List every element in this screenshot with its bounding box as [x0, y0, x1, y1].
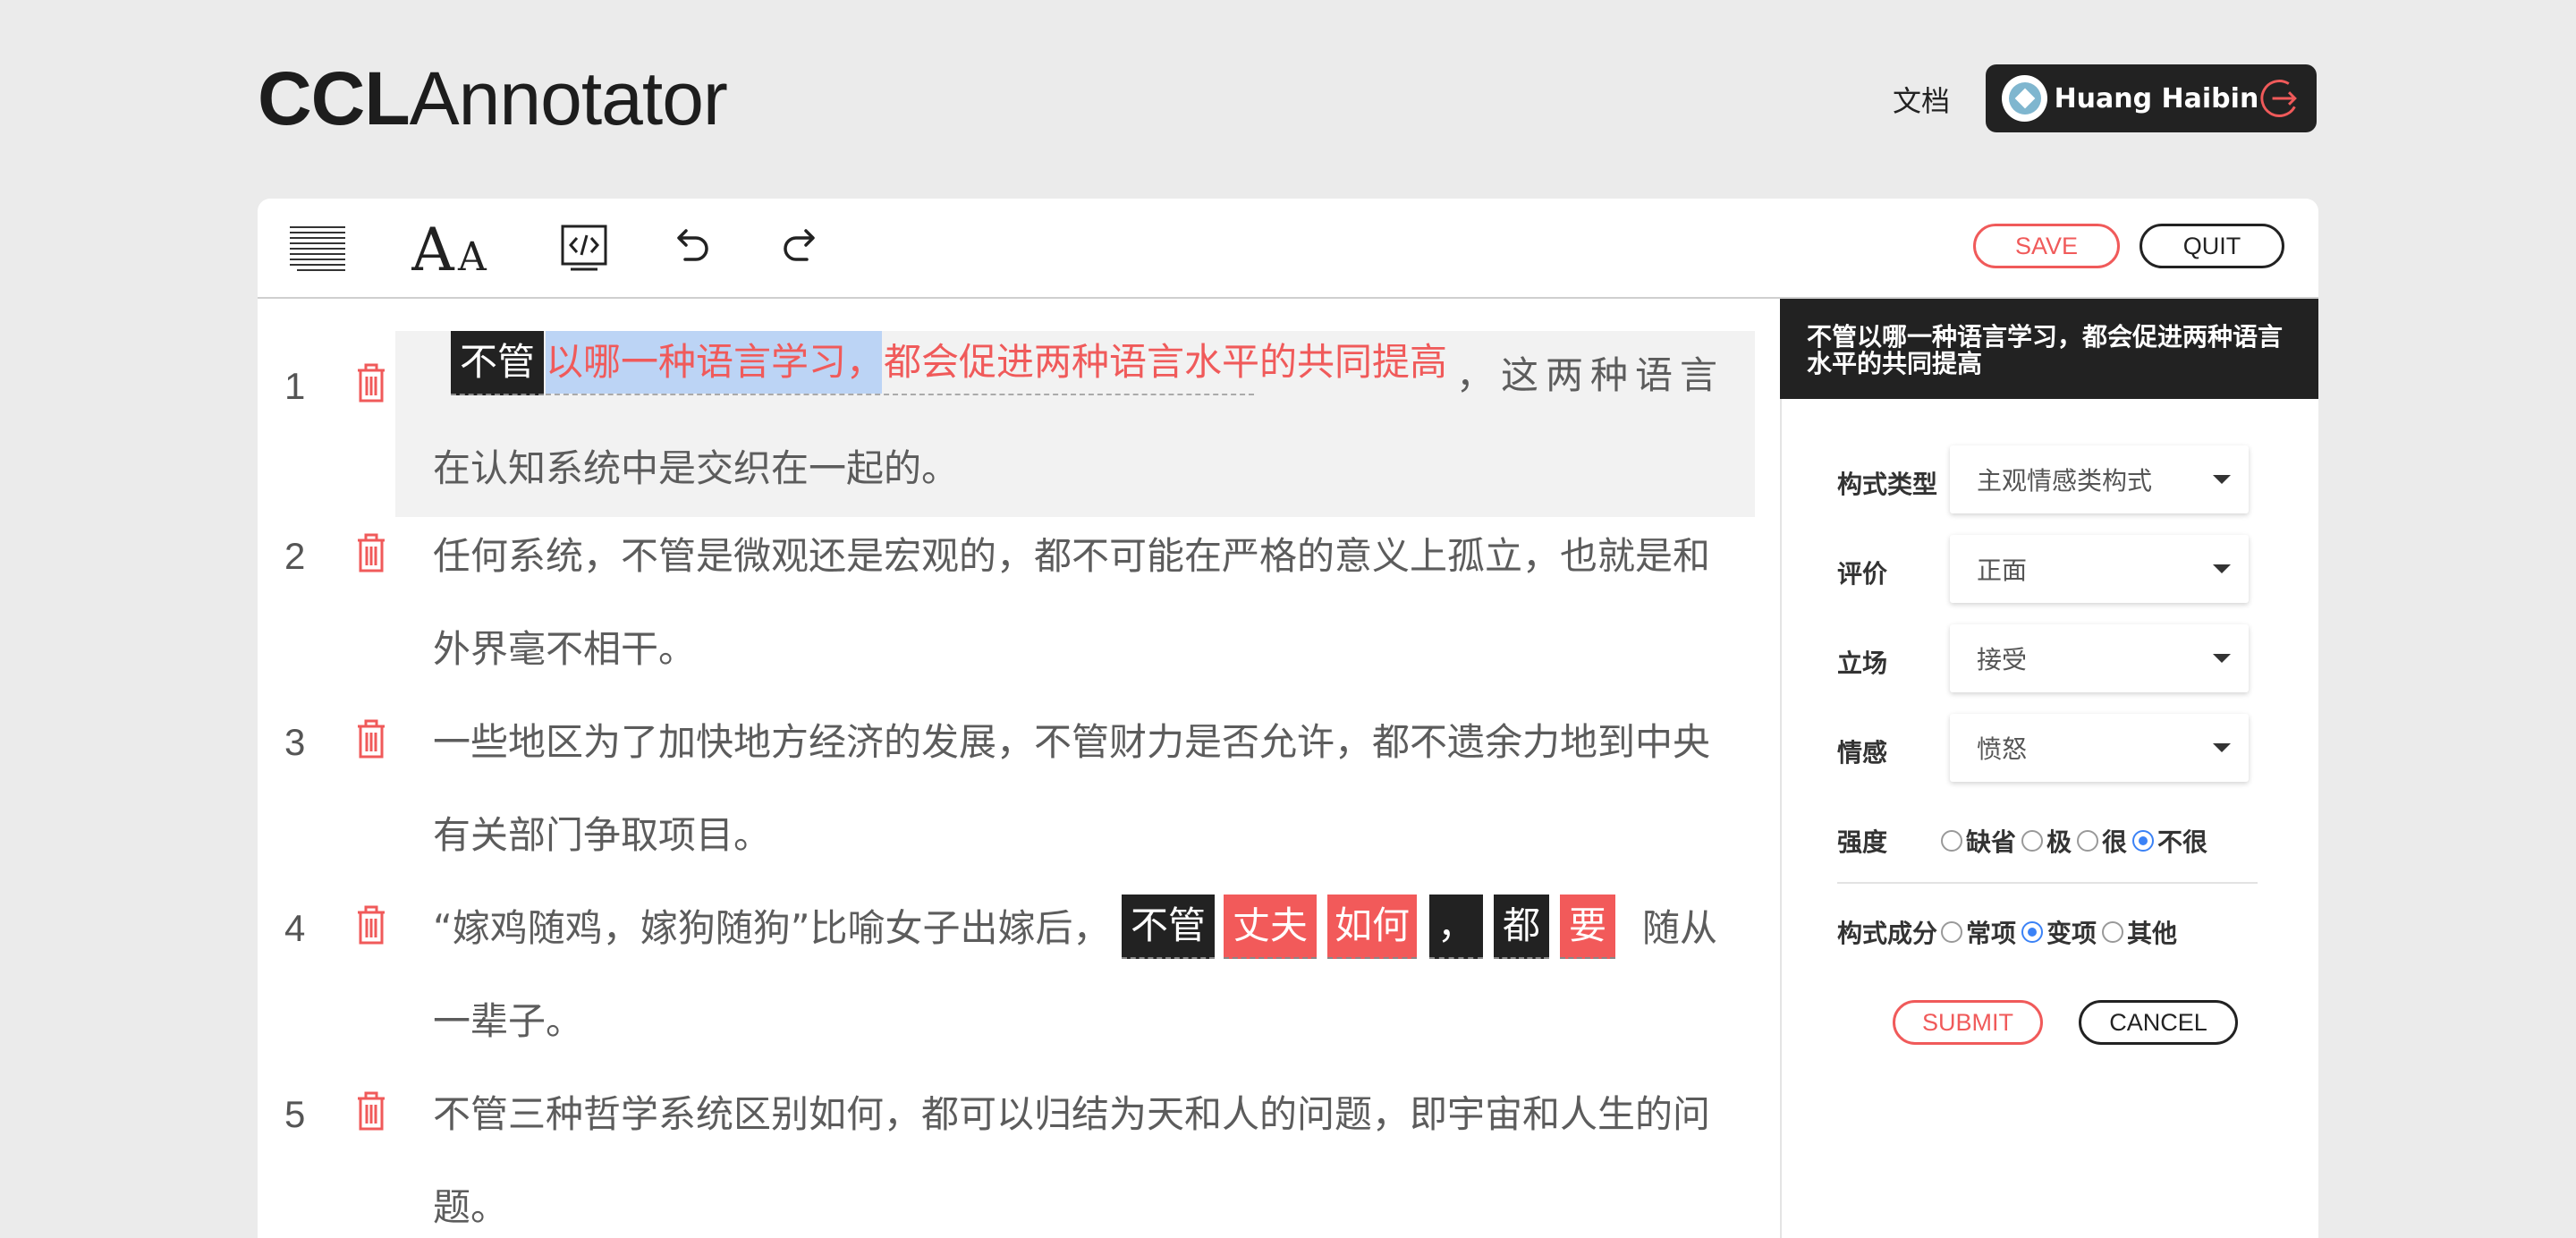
sentence-text-line2: 有关部门争取项目。: [433, 813, 772, 857]
paragraph-icon[interactable]: [288, 222, 347, 274]
avatar: [2002, 75, 2047, 122]
code-view-icon[interactable]: [560, 222, 608, 274]
user-menu[interactable]: Huang Haibin: [1986, 64, 2317, 132]
chevron-down-icon: [2213, 743, 2231, 752]
select-value: 正面: [1977, 555, 2028, 585]
sentence-text: “嫁鸡随鸡，嫁狗随狗”比喻女子出嫁后，: [433, 906, 1111, 950]
user-name: Huang Haibin: [2054, 82, 2259, 114]
font-size-icon[interactable]: A A: [411, 222, 501, 274]
annotation-chip[interactable]: 都: [1494, 895, 1549, 959]
redo-icon[interactable]: [778, 222, 823, 274]
selected-text-rest: 都会促进两种语言水平的共同提高: [884, 340, 1448, 384]
editor-panel: A A SAVE QUIT 1 不管 以哪一种语言学习，都会促进两种语言水平的共…: [258, 199, 2318, 1238]
field-label-construction-type: 构式类型: [1837, 470, 1938, 499]
logo-bold-text: CCL: [258, 56, 411, 140]
sentence-row[interactable]: 4 “嫁鸡随鸡，嫁狗随狗”比喻女子出嫁后， 不管 丈夫 如何 ， 都 要 随从 …: [258, 895, 1780, 1073]
annotation-chip[interactable]: 如何: [1327, 895, 1417, 959]
sentence-row[interactable]: 5 不管三种哲学系统区别如何，都可以归结为天和人的问题，即宇宙和人生的问 题。: [258, 1088, 1780, 1238]
delete-icon[interactable]: [356, 1091, 386, 1131]
field-label-stance: 立场: [1837, 649, 1888, 678]
select-value: 主观情感类构式: [1977, 466, 2153, 496]
annotation-chip[interactable]: ，: [1429, 895, 1483, 959]
annotation-chip[interactable]: 丈夫: [1224, 895, 1317, 959]
selected-text[interactable]: 以哪一种语言学习，都会促进两种语言水平的共同提高: [546, 331, 1447, 395]
stance-select[interactable]: 接受: [1950, 624, 2249, 692]
chevron-down-icon: [2213, 654, 2231, 663]
app-logo: CCLAnnotator: [258, 50, 728, 147]
row-number: 1: [284, 365, 306, 407]
cancel-button[interactable]: CANCEL: [2079, 1000, 2238, 1045]
field-label-intensity: 强度: [1837, 827, 1888, 857]
chevron-down-icon: [2213, 475, 2231, 484]
quit-button[interactable]: QUIT: [2140, 224, 2284, 268]
annotation-chip[interactable]: 要: [1560, 895, 1615, 959]
construction-type-select[interactable]: 主观情感类构式: [1950, 445, 2249, 513]
intensity-radio[interactable]: [1941, 830, 1962, 852]
select-value: 接受: [1977, 645, 2028, 674]
evaluation-select[interactable]: 正面: [1950, 535, 2249, 603]
row-number: 5: [284, 1093, 306, 1135]
sentence-text: ，这两种语言: [1456, 353, 1725, 397]
radio-label: 常项: [1966, 919, 2017, 948]
intensity-radio-group: 缺省 极 很 不很: [1936, 823, 2207, 859]
delete-icon[interactable]: [356, 363, 386, 403]
chevron-down-icon: [2213, 564, 2231, 573]
select-value: 愤怒: [1977, 734, 2028, 764]
radio-label: 不很: [2157, 827, 2208, 857]
sentence-text-line2: 题。: [433, 1185, 509, 1229]
svg-text:A: A: [457, 234, 487, 274]
sentence-text-line2: 在认知系统中是交织在一起的。: [433, 446, 960, 490]
divider: [1837, 882, 2258, 884]
sidebar-title: 不管以哪一种语言学习，都会促进两种语言水平的共同提高: [1780, 299, 2318, 399]
delete-icon[interactable]: [356, 719, 386, 759]
sentence-text: 不管三种哲学系统区别如何，都可以归结为天和人的问题，即宇宙和人生的问: [433, 1092, 1711, 1136]
intensity-radio-selected[interactable]: [2132, 830, 2155, 852]
intensity-radio[interactable]: [2077, 830, 2099, 852]
logout-icon[interactable]: [2258, 77, 2301, 120]
delete-icon[interactable]: [356, 905, 386, 945]
annotation-sidebar: 不管以哪一种语言学习，都会促进两种语言水平的共同提高 构式类型 主观情感类构式 …: [1780, 299, 2318, 1238]
sentence-row[interactable]: 1 不管 以哪一种语言学习，都会促进两种语言水平的共同提高 ，这两种语言 在认知…: [258, 331, 1780, 517]
emotion-select[interactable]: 愤怒: [1950, 714, 2249, 782]
sentence-text: 任何系统，不管是微观还是宏观的，都不可能在严格的意义上孤立，也就是和: [433, 534, 1711, 578]
intensity-radio[interactable]: [2021, 830, 2044, 852]
toolbar: A A SAVE QUIT: [258, 199, 2318, 299]
save-button[interactable]: SAVE: [1973, 224, 2120, 268]
row-number: 3: [284, 721, 306, 763]
sentence-text: 一些地区为了加快地方经济的发展，不管财力是否允许，都不遗余力地到中央: [433, 720, 1711, 764]
sentence-text-line2: 外界毫不相干。: [433, 627, 697, 671]
logo-light-text: Annotator: [409, 56, 728, 140]
row-number: 2: [284, 535, 306, 577]
component-radio[interactable]: [1941, 921, 1962, 943]
annotation-chip[interactable]: 不管: [451, 331, 544, 395]
radio-label: 变项: [2046, 919, 2097, 948]
sentence-row[interactable]: 3 一些地区为了加快地方经济的发展，不管财力是否允许，都不遗余力地到中央 有关部…: [258, 716, 1780, 886]
submit-button[interactable]: SUBMIT: [1893, 1000, 2043, 1045]
component-radio-group: 常项 变项 其他: [1936, 914, 2177, 950]
radio-label: 其他: [2127, 919, 2178, 948]
svg-text:A: A: [411, 222, 455, 274]
radio-label: 缺省: [1966, 827, 2017, 857]
delete-icon[interactable]: [356, 533, 386, 572]
sentence-text-tail: 随从: [1642, 906, 1718, 950]
radio-label: 很: [2102, 827, 2128, 857]
component-radio-selected[interactable]: [2021, 921, 2044, 943]
sentence-list: 1 不管 以哪一种语言学习，都会促进两种语言水平的共同提高 ，这两种语言 在认知…: [258, 299, 1780, 1238]
undo-icon[interactable]: [669, 222, 714, 274]
docs-link[interactable]: 文档: [1893, 79, 1950, 120]
radio-label: 极: [2046, 827, 2072, 857]
annotation-chip[interactable]: 不管: [1122, 895, 1215, 959]
selected-text-part: 以哪一种语言学习，: [546, 340, 885, 384]
sentence-text-line2: 一辈子。: [433, 999, 584, 1043]
component-radio[interactable]: [2102, 921, 2124, 943]
field-label-component: 构式成分: [1837, 919, 1938, 948]
sentence-row[interactable]: 2 任何系统，不管是微观还是宏观的，都不可能在严格的意义上孤立，也就是和 外界毫…: [258, 530, 1780, 700]
row-number: 4: [284, 907, 306, 949]
field-label-emotion: 情感: [1837, 738, 1888, 767]
field-label-evaluation: 评价: [1837, 559, 1888, 589]
